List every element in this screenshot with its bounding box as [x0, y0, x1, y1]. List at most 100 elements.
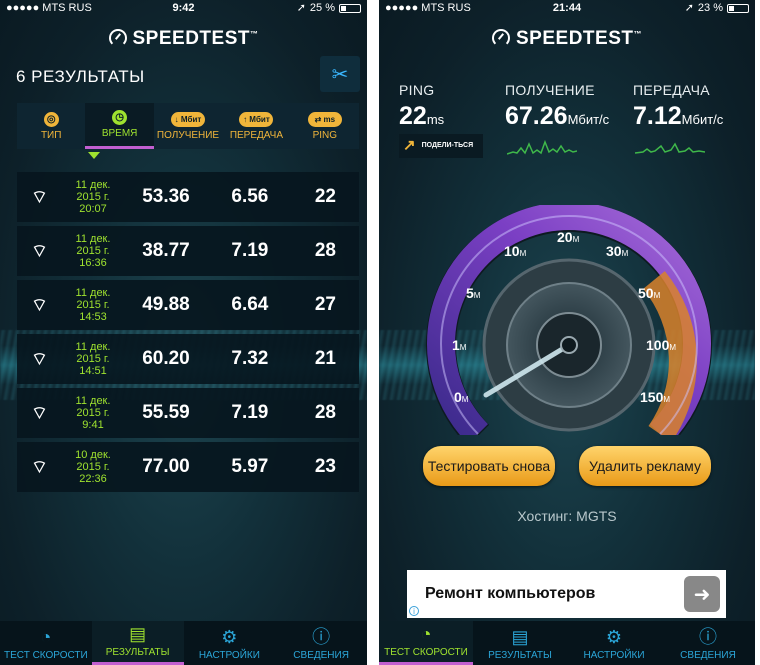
edit-tools-button[interactable]: ✂ [320, 56, 360, 92]
speed-test-screen: ●●●●● MTS RUS 21:44 ➚ 23 % SPEEDTEST™ PI… [379, 0, 755, 665]
sort-header: ◎ ТИП ◷ ВРЕМЯ ↓ Мбит ПОЛУЧЕНИЕ ↑ Мбит ПЕРЕДА… [17, 103, 359, 149]
result-upload: 7.32 [231, 348, 269, 369]
speedometer-icon: ◔ [420, 624, 432, 644]
remove-ads-button[interactable]: Удалить рекламу [579, 446, 711, 486]
result-date: 10 дек. 2015 г. 22:36 [75, 449, 111, 485]
result-ping: 28 [314, 402, 336, 423]
retest-button[interactable]: Тестировать снова [423, 446, 555, 486]
info-icon: ⓘ [312, 627, 331, 647]
sort-ping[interactable]: ⇄ ms PING [291, 103, 359, 149]
ad-info-icon[interactable]: i [409, 606, 419, 616]
result-ping: 28 [314, 240, 336, 261]
tab-bar: ◔ ТЕСТ СКОРОСТИ ▤ РЕЗУЛЬТАТЫ ⚙ НАСТРОЙКИ ⓘ С… [379, 621, 755, 665]
status-bar: ●●●●● MTS RUS 9:42 ➚ 25 % [0, 0, 367, 16]
sort-time[interactable]: ◷ ВРЕМЯ [85, 103, 154, 149]
upload-icon: ↑ Мбит [239, 111, 274, 127]
wifi-icon: ⌔ [31, 294, 48, 315]
gauge-label-5: 5М [466, 285, 481, 301]
upload-value: 7.12Мбит/с [633, 102, 724, 130]
speed-gauge: 0М 1М 5М 10М 20М 30М 50М 100М 150М [424, 201, 714, 488]
hosting-label: Хостинг: MGTS [517, 508, 617, 524]
result-row[interactable]: ⌔ 10 дек. 2015 г. 22:36 77.00 5.97 23 [17, 442, 359, 492]
result-download: 49.88 [142, 294, 190, 315]
tab-bar: ◔ ТЕСТ СКОРОСТИ ▤ РЕЗУЛЬТАТЫ ⚙ НАСТРОЙКИ ⓘ С… [0, 621, 367, 665]
result-ping: 21 [314, 348, 336, 369]
status-bar: ●●●●● MTS RUS 21:44 ➚ 23 % [379, 0, 755, 16]
gauge-label-100: 100М [646, 337, 677, 353]
folder-icon: ▤ [511, 627, 529, 647]
wifi-icon: ⌔ [31, 240, 48, 261]
download-label: ПОЛУЧЕНИЕ [505, 82, 595, 98]
result-upload: 7.19 [231, 240, 269, 261]
tab-results[interactable]: ▤ РЕЗУЛЬТАТЫ [473, 621, 567, 665]
ad-banner[interactable]: Ремонт компьютеров ➜ i [407, 570, 726, 618]
result-row[interactable]: ⌔ 11 дек. 2015 г. 14:53 49.88 6.64 27 [17, 280, 359, 330]
gear-icon: ⚙ [605, 627, 623, 647]
wifi-icon: ⌔ [31, 186, 48, 207]
battery-percent: 23 % [697, 2, 723, 14]
wifi-icon: ⌔ [31, 456, 48, 477]
app-logo: SPEEDTEST™ [379, 28, 755, 50]
clock-icon: ◷ [112, 110, 128, 125]
result-row[interactable]: ⌔ 11 дек. 2015 г. 16:36 38.77 7.19 28 [17, 226, 359, 276]
tab-speed-test[interactable]: ◔ ТЕСТ СКОРОСТИ [379, 621, 473, 665]
ad-text: Ремонт компьютеров [425, 585, 596, 602]
ping-label: PING [399, 82, 435, 98]
sort-download[interactable]: ↓ Мбит ПОЛУЧЕНИЕ [154, 103, 222, 149]
tab-info[interactable]: ⓘ СВЕДЕНИЯ [661, 621, 755, 665]
sort-direction-caret [88, 152, 100, 159]
gauge-label-10: 10М [504, 243, 527, 259]
wifi-icon: ⌔ [31, 348, 48, 369]
result-row[interactable]: ⌔ 11 дек. 2015 г. 9:41 55.59 7.19 28 [17, 388, 359, 438]
ping-value: 22ms [399, 102, 445, 130]
result-download: 38.77 [142, 240, 190, 261]
tab-settings[interactable]: ⚙ НАСТРОЙКИ [184, 621, 276, 665]
upload-sparkline [635, 142, 705, 154]
result-date: 11 дек. 2015 г. 20:07 [75, 179, 111, 215]
tab-settings[interactable]: ⚙ НАСТРОЙКИ [567, 621, 661, 665]
result-row[interactable]: ⌔ 11 дек. 2015 г. 14:51 60.20 7.32 21 [17, 334, 359, 384]
gauge-label-150: 150М [640, 389, 671, 405]
tab-info[interactable]: ⓘ СВЕДЕНИЯ [275, 621, 367, 665]
results-screen: ●●●●● MTS RUS 9:42 ➚ 25 % SPEEDTEST™ 6 Р… [0, 0, 367, 665]
battery-percent: 25 % [309, 2, 335, 14]
speedometer-icon [492, 29, 510, 47]
result-ping: 22 [314, 186, 336, 207]
result-upload: 6.56 [231, 186, 269, 207]
globe-icon: ◎ [43, 111, 59, 127]
gauge-label-50: 50М [638, 285, 661, 301]
results-list: ⌔ 11 дек. 2015 г. 20:07 53.36 6.56 22 ⌔ 11… [17, 172, 359, 496]
result-date: 11 дек. 2015 г. 16:36 [75, 233, 111, 269]
share-icon: ↗ [403, 137, 416, 154]
app-logo: SPEEDTEST™ [0, 28, 367, 50]
ping-stat: PING 22ms [399, 82, 444, 131]
download-sparkline [507, 140, 577, 155]
gear-icon: ⚙ [221, 627, 238, 647]
gauge-label-20: 20М [557, 229, 580, 245]
result-ping: 27 [314, 294, 336, 315]
result-ping: 23 [314, 456, 336, 477]
download-icon: ↓ Мбит [171, 111, 206, 127]
tab-results[interactable]: ▤ РЕЗУЛЬТАТЫ [91, 621, 184, 665]
result-download: 77.00 [142, 456, 190, 477]
download-value: 67.26Мбит/с [505, 102, 610, 130]
upload-stat: ПЕРЕДАЧА 7.12Мбит/с [633, 82, 723, 131]
gauge-label-30: 30М [606, 243, 629, 259]
sort-type[interactable]: ◎ ТИП [17, 103, 85, 149]
folder-icon: ▤ [129, 624, 147, 644]
tab-speed-test[interactable]: ◔ ТЕСТ СКОРОСТИ [0, 621, 92, 665]
result-row[interactable]: ⌔ 11 дек. 2015 г. 20:07 53.36 6.56 22 [17, 172, 359, 222]
gauge-label-0: 0М [454, 389, 469, 405]
share-button[interactable]: ↗ ПОДЕЛИ-ТЬСЯ [399, 134, 483, 158]
result-date: 11 дек. 2015 г. 9:41 [75, 395, 111, 431]
result-date: 11 дек. 2015 г. 14:53 [75, 287, 111, 323]
battery-icon [339, 3, 361, 13]
sort-upload[interactable]: ↑ Мбит ПЕРЕДАЧА [222, 103, 290, 149]
upload-label: ПЕРЕДАЧА [633, 82, 710, 98]
wifi-icon: ⌔ [31, 402, 48, 423]
result-download: 55.59 [142, 402, 190, 423]
speedometer-icon: ◔ [40, 627, 52, 647]
ping-icon: ⇄ ms [307, 111, 342, 127]
info-icon: ⓘ [699, 627, 717, 647]
arrow-right-icon[interactable]: ➜ [684, 576, 720, 612]
